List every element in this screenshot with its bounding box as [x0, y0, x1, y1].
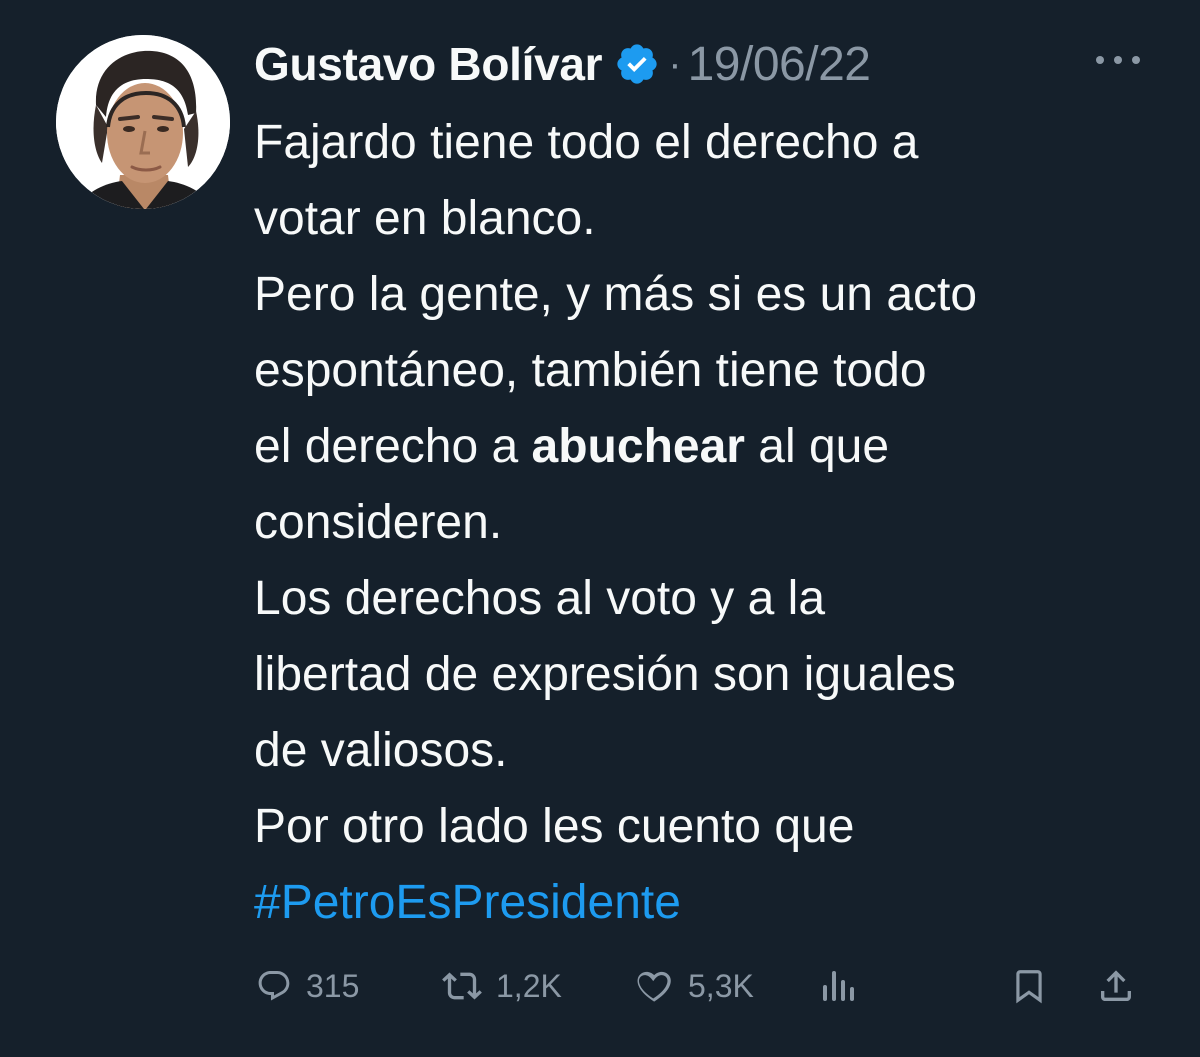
tweet-text-segment: de valiosos.	[254, 724, 508, 777]
bookmark-button[interactable]	[1010, 960, 1048, 1012]
tweet-line: espontáneo, también tiene todo	[254, 333, 1154, 409]
tweet-text: Fajardo tiene todo el derecho a votar en…	[254, 105, 1154, 941]
tweet-text-segment: votar en blanco.	[254, 192, 596, 245]
share-icon	[1096, 966, 1136, 1006]
action-bar: 315 1,2K 5,3K	[0, 960, 1200, 1012]
bold-word: abuchear	[531, 420, 745, 473]
avatar[interactable]	[56, 35, 230, 209]
share-button[interactable]	[1096, 960, 1136, 1012]
tweet-card: Gustavo Bolívar · 19/06/22 Fajardo tiene…	[0, 0, 1200, 1057]
tweet-text-segment: espontáneo, también tiene todo	[254, 344, 927, 397]
tweet-text-segment: Por otro lado les cuento que	[254, 800, 855, 853]
tweet-line: Por otro lado les cuento que	[254, 789, 1154, 865]
tweet-date[interactable]: 19/06/22	[688, 37, 871, 92]
reply-button[interactable]: 315	[256, 960, 359, 1012]
author-name[interactable]: Gustavo Bolívar	[254, 37, 603, 91]
tweet-text-segment: consideren.	[254, 496, 503, 549]
tweet-line: Pero la gente, y más si es un acto	[254, 257, 1154, 333]
retweet-button[interactable]: 1,2K	[442, 960, 562, 1012]
retweet-icon	[442, 966, 482, 1006]
views-icon	[820, 967, 858, 1005]
reply-count: 315	[306, 967, 360, 1004]
tweet-text-segment: Los derechos al voto y a la	[254, 572, 826, 625]
tweet-text-segment: Fajardo tiene todo el derecho a	[254, 116, 919, 169]
verified-badge-icon	[614, 41, 660, 87]
tweet-text-segment: al que	[744, 420, 890, 473]
like-button[interactable]: 5,3K	[634, 960, 754, 1012]
tweet-line: el derecho a abuchear al que	[254, 409, 1154, 485]
hashtag-link[interactable]: #PetroEsPresidente	[254, 876, 681, 929]
tweet-line: Fajardo tiene todo el derecho a	[254, 105, 1154, 181]
bookmark-icon	[1010, 966, 1048, 1006]
date-separator: ·	[668, 41, 682, 86]
avatar-photo	[56, 35, 230, 209]
tweet-line: de valiosos.	[254, 713, 1154, 789]
like-count: 5,3K	[688, 967, 754, 1004]
tweet-line: votar en blanco.	[254, 181, 1154, 257]
heart-icon	[634, 966, 674, 1006]
retweet-count: 1,2K	[496, 967, 562, 1004]
tweet-text-segment: libertad de expresión son iguales	[254, 648, 956, 701]
tweet-line: libertad de expresión son iguales	[254, 637, 1154, 713]
views-button[interactable]	[820, 960, 858, 1012]
tweet-header: Gustavo Bolívar · 19/06/22	[254, 32, 871, 96]
reply-icon	[256, 968, 292, 1004]
tweet-text-segment: Pero la gente, y más si es un acto	[254, 268, 978, 321]
tweet-text-segment: el derecho a	[254, 420, 532, 473]
tweet-line: consideren.	[254, 485, 1154, 561]
tweet-line: Los derechos al voto y a la	[254, 561, 1154, 637]
more-options-icon[interactable]	[1096, 52, 1140, 68]
tweet-line: #PetroEsPresidente	[254, 865, 1154, 941]
